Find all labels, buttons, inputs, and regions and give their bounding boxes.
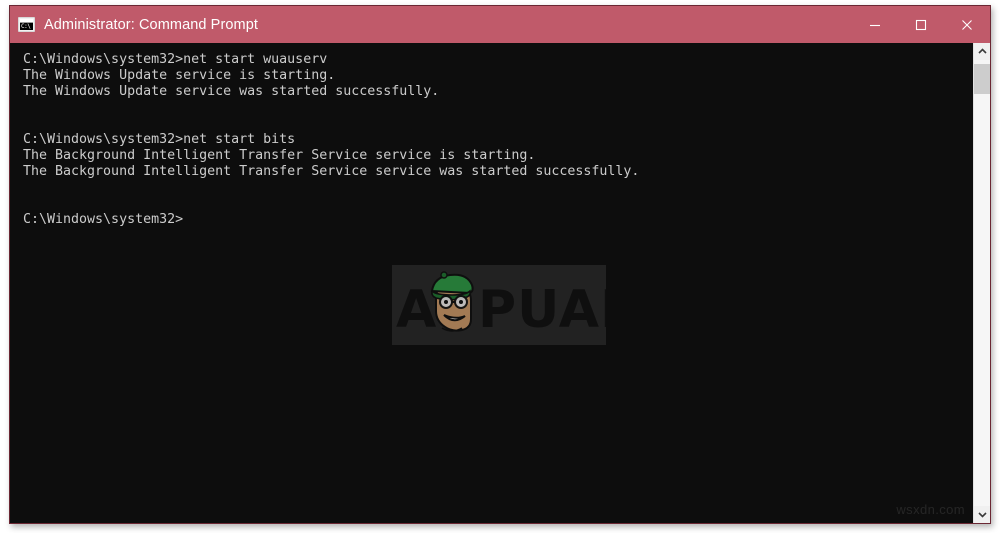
console-area: C:\Windows\system32>net start wuauserv T… [10, 43, 990, 523]
scroll-down-arrow-icon[interactable] [974, 506, 990, 523]
console-line: The Background Intelligent Transfer Serv… [23, 164, 640, 179]
window-controls [852, 6, 990, 43]
command-prompt-icon [18, 17, 35, 32]
console-output[interactable]: C:\Windows\system32>net start wuauserv T… [10, 43, 973, 523]
maximize-button[interactable] [898, 6, 944, 43]
minimize-button[interactable] [852, 6, 898, 43]
console-line: The Background Intelligent Transfer Serv… [23, 148, 536, 163]
svg-text:PUALS: PUALS [478, 280, 606, 340]
console-line: The Windows Update service is starting. [23, 68, 336, 83]
scroll-up-arrow-icon[interactable] [974, 43, 990, 60]
window-title: Administrator: Command Prompt [44, 16, 259, 33]
command-prompt-window: Administrator: Command Prompt [9, 5, 991, 524]
appuals-watermark-logo: A PUA [392, 265, 606, 345]
svg-text:A: A [396, 280, 436, 340]
close-button[interactable] [944, 6, 990, 43]
console-line: The Windows Update service was started s… [23, 84, 440, 99]
console-prompt-line: C:\Windows\system32> [23, 212, 184, 227]
site-watermark: wsxdn.com [896, 502, 965, 517]
scrollbar-thumb[interactable] [974, 64, 990, 94]
console-line: C:\Windows\system32>net start wuauserv [23, 52, 328, 67]
console-line: C:\Windows\system32>net start bits [23, 132, 296, 147]
console-scrollbar[interactable] [973, 43, 990, 523]
scrollbar-track[interactable] [974, 60, 990, 506]
window-titlebar[interactable]: Administrator: Command Prompt [10, 6, 990, 43]
